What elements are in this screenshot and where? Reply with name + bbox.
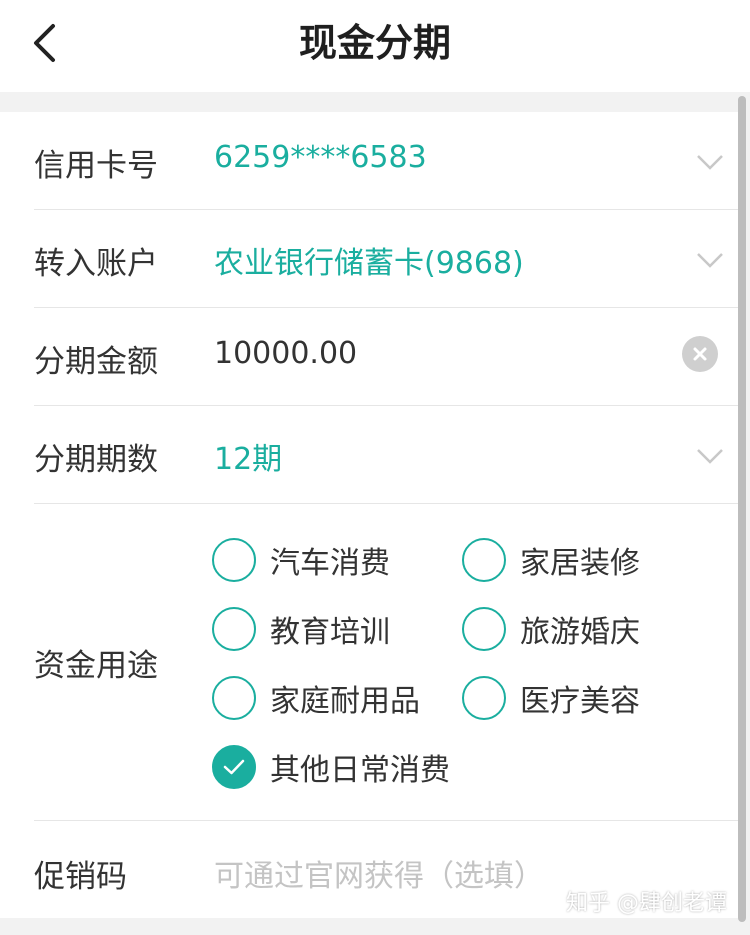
radio-unchecked-icon[interactable] <box>462 607 506 651</box>
periods-label: 分期期数 <box>34 442 158 478</box>
option-label: 家庭耐用品 <box>270 684 420 719</box>
radio-unchecked-icon[interactable] <box>212 607 256 651</box>
transfer-account-label: 转入账户 <box>34 246 158 282</box>
clear-circle-icon <box>693 347 707 361</box>
radio-unchecked-icon[interactable] <box>212 538 256 582</box>
option-label: 旅游婚庆 <box>520 615 640 650</box>
chevron-down-icon[interactable] <box>696 152 724 172</box>
purpose-option-durables[interactable]: 家庭耐用品 <box>212 675 420 721</box>
option-label: 医疗美容 <box>520 684 640 719</box>
radio-unchecked-icon[interactable] <box>462 676 506 720</box>
amount-label: 分期金额 <box>34 344 158 380</box>
option-label: 汽车消费 <box>270 546 390 581</box>
periods-row[interactable]: 分期期数 12期 <box>0 406 738 503</box>
fund-purpose-label: 资金用途 <box>34 648 158 684</box>
radio-unchecked-icon[interactable] <box>462 538 506 582</box>
chevron-down-icon[interactable] <box>696 446 724 466</box>
card-number-label: 信用卡号 <box>34 148 158 184</box>
purpose-option-education[interactable]: 教育培训 <box>212 606 390 652</box>
option-label: 教育培训 <box>270 615 390 650</box>
top-bar: 现金分期 <box>0 0 750 92</box>
option-label: 其他日常消费 <box>270 753 450 788</box>
purpose-option-car[interactable]: 汽车消费 <box>212 537 390 583</box>
watermark: 知乎 @肆创老谭 <box>566 891 727 916</box>
cash-installment-page: 现金分期 信用卡号 6259****6583 转入账户 农业银行储蓄卡(9868… <box>0 0 750 935</box>
scrollbar[interactable] <box>738 96 746 922</box>
page-title: 现金分期 <box>298 21 451 65</box>
promo-code-label: 促销码 <box>34 859 127 895</box>
transfer-account-value[interactable]: 农业银行储蓄卡(9868) <box>214 238 524 282</box>
amount-input[interactable]: 10000.00 <box>214 336 357 371</box>
amount-row: 分期金额 10000.00 <box>0 308 738 405</box>
card-number-value[interactable]: 6259****6583 <box>214 140 427 175</box>
purpose-option-home-decor[interactable]: 家居装修 <box>462 537 640 583</box>
transfer-account-row[interactable]: 转入账户 农业银行储蓄卡(9868) <box>0 210 738 307</box>
periods-value[interactable]: 12期 <box>214 434 282 478</box>
card-number-row[interactable]: 信用卡号 6259****6583 <box>0 112 738 209</box>
radio-checked-icon[interactable] <box>212 745 256 789</box>
purpose-option-daily[interactable]: 其他日常消费 <box>212 744 450 790</box>
promo-code-input[interactable]: 可通过官网获得（选填） <box>214 851 544 895</box>
clear-amount-button[interactable] <box>682 336 718 372</box>
purpose-option-travel-wedding[interactable]: 旅游婚庆 <box>462 606 640 652</box>
installment-form: 信用卡号 6259****6583 转入账户 农业银行储蓄卡(9868) 分期金… <box>0 112 738 918</box>
purpose-option-medical-beauty[interactable]: 医疗美容 <box>462 675 640 721</box>
chevron-down-icon[interactable] <box>696 250 724 270</box>
fund-purpose-row: 资金用途 汽车消费 家居装修 教育培训 旅游婚庆 家庭耐用品 医疗美容 其他日常… <box>0 504 738 820</box>
radio-unchecked-icon[interactable] <box>212 676 256 720</box>
check-icon <box>223 759 245 775</box>
option-label: 家居装修 <box>520 546 640 581</box>
